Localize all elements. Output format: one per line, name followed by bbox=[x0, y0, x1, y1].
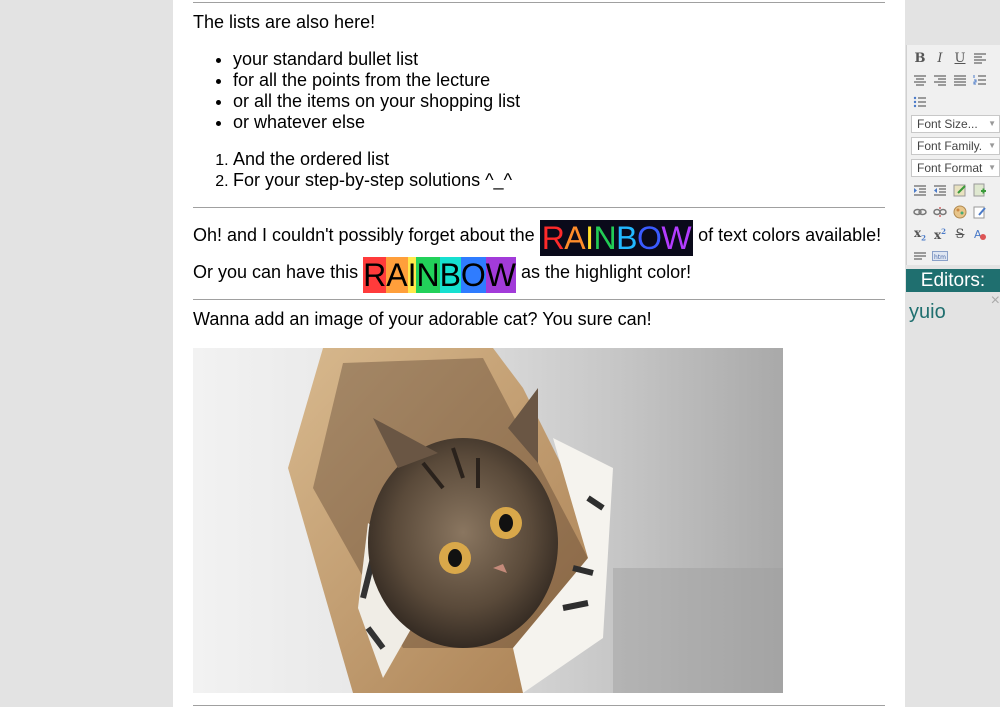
rainbow-highlight-letter: N bbox=[416, 257, 440, 293]
divider bbox=[193, 299, 885, 300]
document-canvas[interactable]: The lists are also here! your standard b… bbox=[173, 0, 905, 707]
text-color-icon[interactable]: A bbox=[971, 225, 989, 243]
cat-in-paper-bag-image[interactable] bbox=[193, 348, 783, 693]
code-icon[interactable]: htm bbox=[931, 247, 949, 265]
superscript-icon[interactable]: x2 bbox=[931, 225, 949, 243]
rainbow-letter: R bbox=[541, 220, 565, 256]
rainbow-highlight-letter: O bbox=[460, 257, 486, 293]
link-icon[interactable] bbox=[911, 203, 929, 221]
insert-html-icon[interactable] bbox=[951, 181, 969, 199]
font-format-value: Font Format bbox=[917, 161, 983, 175]
highlight-line: Or you can have this RAINBOW as the high… bbox=[193, 254, 691, 293]
right-panel: B I U Font Size... ▼ Font Family. ▼ Font… bbox=[906, 0, 1000, 707]
divider bbox=[193, 207, 885, 208]
cat-photo bbox=[193, 348, 783, 693]
align-right-icon[interactable] bbox=[931, 71, 949, 89]
rainbow-highlight-letter: I bbox=[407, 257, 417, 293]
highlight-prefix: Or you can have this bbox=[193, 262, 359, 282]
image-intro-text: Wanna add an image of your adorable cat?… bbox=[193, 309, 652, 329]
strikethrough-icon[interactable]: S bbox=[951, 225, 969, 243]
editors-heading: Editors: bbox=[906, 269, 1000, 292]
rainbow-highlight-colors: RAINBOW bbox=[363, 257, 516, 293]
divider bbox=[193, 2, 885, 3]
rainbow-letter: O bbox=[636, 220, 662, 256]
list-item: for all the points from the lecture bbox=[233, 70, 520, 91]
subscript-icon[interactable]: x2 bbox=[911, 225, 929, 243]
save-icon[interactable] bbox=[971, 181, 989, 199]
list-item: or all the items on your shopping list bbox=[233, 91, 520, 112]
outdent-icon[interactable] bbox=[931, 181, 949, 199]
font-format-select[interactable]: Font Format ▼ bbox=[911, 159, 1000, 177]
text-colors-prefix: Oh! and I couldn't possibly forget about… bbox=[193, 225, 535, 245]
highlight-suffix: as the highlight color! bbox=[521, 262, 692, 282]
indent-icon[interactable] bbox=[911, 181, 929, 199]
close-icon[interactable]: × bbox=[991, 292, 1000, 310]
rainbow-highlight-letter: B bbox=[439, 257, 461, 293]
rainbow-letter: I bbox=[585, 220, 594, 256]
font-size-select[interactable]: Font Size... ▼ bbox=[911, 115, 1000, 133]
align-justify-icon[interactable] bbox=[951, 71, 969, 89]
divider bbox=[193, 705, 885, 706]
bullet-list: your standard bullet list for all the po… bbox=[193, 49, 520, 133]
chevron-down-icon: ▼ bbox=[988, 119, 996, 128]
rainbow-letter: A bbox=[564, 220, 586, 256]
image-icon[interactable] bbox=[951, 203, 969, 221]
rainbow-letter: B bbox=[616, 220, 637, 256]
list-item: or whatever else bbox=[233, 112, 520, 133]
italic-icon[interactable]: I bbox=[931, 49, 949, 67]
rainbow-highlight-letter: A bbox=[386, 257, 408, 293]
chevron-down-icon: ▼ bbox=[988, 141, 996, 150]
rainbow-highlight-letter: W bbox=[485, 257, 516, 293]
rainbow-letter: W bbox=[661, 220, 692, 256]
ordered-list: And the ordered list For your step-by-st… bbox=[193, 149, 512, 191]
font-family-value: Font Family. bbox=[917, 139, 983, 153]
bold-icon[interactable]: B bbox=[911, 49, 929, 67]
rainbow-text-colors: RAINBOW bbox=[539, 220, 694, 256]
list-item: your standard bullet list bbox=[233, 49, 520, 70]
unordered-list-icon[interactable] bbox=[911, 93, 929, 111]
font-size-value: Font Size... bbox=[917, 117, 978, 131]
rainbow-letter: N bbox=[593, 220, 617, 256]
horizontal-rule-icon[interactable] bbox=[911, 247, 929, 265]
rainbow-highlight-letter: R bbox=[363, 257, 387, 293]
font-family-select[interactable]: Font Family. ▼ bbox=[911, 137, 1000, 155]
underline-icon[interactable]: U bbox=[951, 49, 969, 67]
align-center-icon[interactable] bbox=[911, 71, 929, 89]
editor-toolbar: B I U Font Size... ▼ Font Family. ▼ Font… bbox=[906, 45, 1000, 265]
chevron-down-icon: ▼ bbox=[988, 163, 996, 172]
list-item: For your step-by-step solutions ^_^ bbox=[233, 170, 512, 191]
text-colors-line: Oh! and I couldn't possibly forget about… bbox=[193, 217, 881, 256]
lists-intro-text: The lists are also here! bbox=[193, 12, 376, 32]
unlink-icon[interactable] bbox=[931, 203, 949, 221]
align-left-icon[interactable] bbox=[971, 49, 989, 67]
editor-name[interactable]: yuio bbox=[909, 301, 946, 324]
edit-icon[interactable] bbox=[971, 203, 989, 221]
svg-text:A: A bbox=[974, 228, 982, 241]
text-colors-suffix: of text colors available! bbox=[698, 225, 882, 245]
ordered-list-icon[interactable] bbox=[971, 71, 989, 89]
list-item: And the ordered list bbox=[233, 149, 512, 170]
svg-text:htm: htm bbox=[934, 254, 946, 261]
